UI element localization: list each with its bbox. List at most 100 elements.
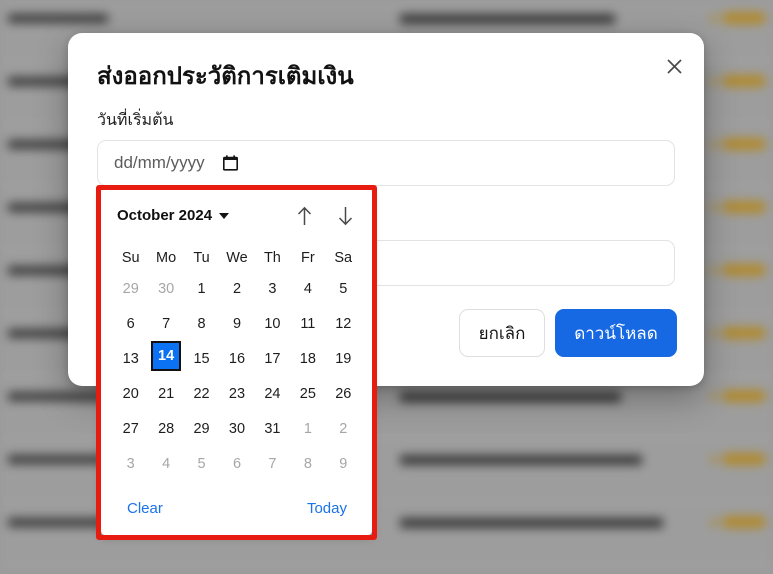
status-badge (722, 327, 766, 339)
calendar-week-row: 20 21 22 23 24 25 26 (113, 376, 361, 411)
month-year-dropdown[interactable]: October 2024 (117, 207, 230, 224)
calendar-week-row: 13 14 15 16 17 18 19 (113, 341, 361, 376)
status-dot-icon (710, 267, 717, 274)
cancel-button[interactable]: ยกเลิก (459, 309, 545, 357)
table-cell (8, 14, 108, 23)
calendar-day[interactable]: 29 (184, 411, 219, 446)
status-dot-icon (710, 78, 717, 85)
weekday-label: Th (263, 250, 281, 266)
calendar-week-row: 29 30 1 2 3 4 5 (113, 271, 361, 306)
start-date-label: วันที่เริ่มต้น (97, 112, 174, 129)
calendar-day-rows: 29 30 1 2 3 4 5 6 7 8 9 10 11 12 13 14 15 16 17 18 19 20 21 22 2… (113, 271, 361, 481)
calendar-day[interactable]: 25 (290, 376, 325, 411)
calendar-day[interactable]: 30 (219, 411, 254, 446)
status-dot-icon (710, 456, 717, 463)
status-badge (722, 75, 766, 87)
weekday-label: Mo (156, 250, 177, 266)
calendar-day[interactable]: 20 (113, 376, 148, 411)
calendar-day[interactable]: 23 (219, 376, 254, 411)
table-cell (8, 455, 109, 464)
calendar-day[interactable]: 6 (219, 446, 254, 481)
weekday-label: Tu (193, 250, 210, 266)
calendar-day[interactable]: 19 (326, 341, 361, 376)
calendar-day[interactable]: 11 (290, 306, 325, 341)
calendar-day[interactable]: 7 (255, 446, 290, 481)
weekday-label: We (226, 250, 248, 266)
date-picker-popup: October 2024 Su Mo Tu We Th Fr Sa 29 30 1 2 3 4 5 6 7 8… (101, 190, 372, 535)
calendar-day[interactable]: 2 (219, 271, 254, 306)
calendar-day[interactable]: 8 (184, 306, 219, 341)
calendar-day[interactable]: 17 (255, 341, 290, 376)
clear-button[interactable]: Clear (127, 500, 163, 517)
status-badge (722, 138, 766, 150)
calendar-day[interactable]: 6 (113, 306, 148, 341)
calendar-day[interactable]: 22 (184, 376, 219, 411)
calendar-day[interactable]: 7 (148, 306, 183, 341)
month-year-label: October 2024 (117, 207, 213, 224)
calendar-day[interactable]: 3 (255, 271, 290, 306)
calendar-day[interactable]: 1 (290, 411, 325, 446)
calendar-day[interactable]: 31 (255, 411, 290, 446)
chevron-down-icon (219, 212, 230, 219)
calendar-grid: Su Mo Tu We Th Fr Sa 29 30 1 2 3 4 5 6 7 8 9 10 11 12 13 14 15… (113, 245, 361, 481)
weekday-label: Su (121, 250, 140, 266)
weekday-label: Sa (334, 250, 353, 266)
calendar-week-row: 27 28 29 30 31 1 2 (113, 411, 361, 446)
calendar-day[interactable]: 28 (148, 411, 183, 446)
calendar-day[interactable]: 18 (290, 341, 325, 376)
close-icon (666, 58, 682, 74)
close-button[interactable] (660, 52, 688, 80)
calendar-day[interactable]: 12 (326, 306, 361, 341)
calendar-day[interactable]: 3 (113, 446, 148, 481)
calendar-day[interactable]: 8 (290, 446, 325, 481)
next-month-button[interactable] (329, 200, 361, 232)
dialog-title: ส่งออกประวัติการเติมเงิน (97, 63, 354, 90)
status-dot-icon (710, 330, 717, 337)
calendar-day[interactable]: 24 (255, 376, 290, 411)
status-badge (722, 390, 766, 402)
previous-month-button[interactable] (288, 200, 320, 232)
status-dot-icon (710, 204, 717, 211)
status-badge (722, 264, 766, 276)
calendar-day[interactable]: 26 (326, 376, 361, 411)
calendar-day[interactable]: 2 (326, 411, 361, 446)
calendar-day[interactable]: 27 (113, 411, 148, 446)
calendar-day[interactable]: 5 (326, 271, 361, 306)
calendar-day[interactable]: 21 (148, 376, 183, 411)
weekday-label: Fr (301, 250, 315, 266)
start-date-input[interactable]: dd/mm/yyyy (97, 140, 675, 186)
status-badge (722, 516, 766, 528)
date-picker-header: October 2024 (101, 190, 372, 238)
arrow-up-icon (297, 206, 311, 225)
status-badge (722, 12, 766, 24)
download-button[interactable]: ดาวน์โหลด (555, 309, 677, 357)
arrow-down-icon (338, 207, 352, 226)
calendar-picker-icon[interactable] (222, 155, 238, 171)
calendar-day[interactable]: 5 (184, 446, 219, 481)
table-cell (400, 392, 621, 402)
calendar-day[interactable]: 9 (219, 306, 254, 341)
table-cell (400, 455, 642, 465)
calendar-day[interactable]: 29 (113, 271, 148, 306)
start-date-placeholder: dd/mm/yyyy (114, 153, 205, 172)
calendar-day[interactable]: 16 (219, 341, 254, 376)
status-dot-icon (710, 519, 717, 526)
weekday-header-row: Su Mo Tu We Th Fr Sa (113, 245, 361, 271)
status-dot-icon (710, 141, 717, 148)
calendar-day[interactable]: 4 (148, 446, 183, 481)
calendar-day[interactable]: 15 (184, 341, 219, 376)
calendar-day[interactable]: 4 (290, 271, 325, 306)
calendar-day[interactable]: 10 (255, 306, 290, 341)
table-cell (400, 518, 663, 528)
calendar-day-selected[interactable]: 14 (151, 341, 182, 371)
screen: ส่งออกประวัติการเติมเงิน วันที่เริ่มต้น … (0, 0, 773, 574)
calendar-week-row: 6 7 8 9 10 11 12 (113, 306, 361, 341)
status-dot-icon (710, 15, 717, 22)
status-dot-icon (710, 393, 717, 400)
calendar-day[interactable]: 9 (326, 446, 361, 481)
calendar-day[interactable]: 30 (148, 271, 183, 306)
calendar-week-row: 3456789 (113, 446, 361, 481)
calendar-day[interactable]: 1 (184, 271, 219, 306)
today-button[interactable]: Today (307, 500, 347, 517)
calendar-day[interactable]: 13 (113, 341, 148, 376)
